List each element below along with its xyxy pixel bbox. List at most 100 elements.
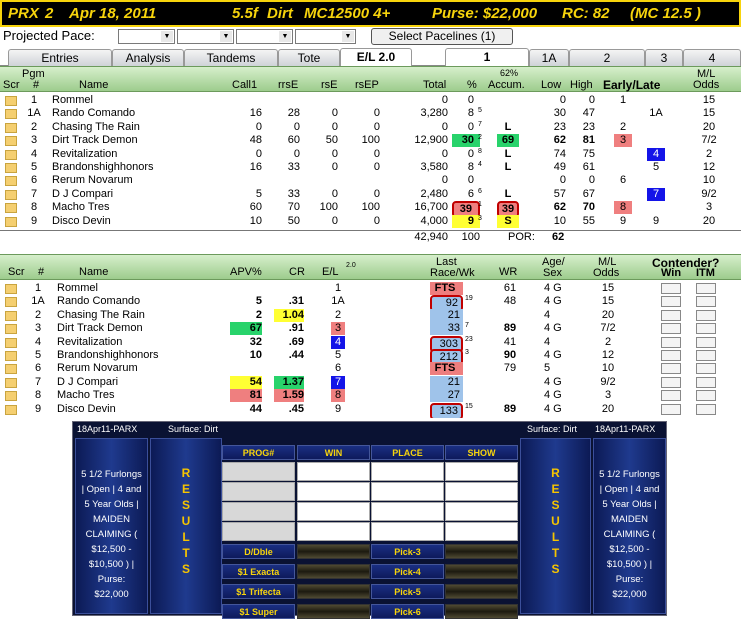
win-checkbox[interactable]	[661, 296, 681, 308]
scratch-checkbox[interactable]	[5, 404, 17, 415]
board-surface-left: Surface: Dirt	[168, 424, 219, 434]
itm-checkbox[interactable]	[696, 363, 716, 375]
scratch-checkbox[interactable]	[5, 310, 17, 321]
scratch-checkbox[interactable]	[5, 136, 17, 147]
pgm-number: 3	[34, 322, 42, 335]
pgm-number: 2	[34, 308, 42, 321]
race-tab-4[interactable]: 4	[683, 49, 741, 66]
scratch-checkbox[interactable]	[5, 109, 17, 120]
col-scr: Scr	[3, 79, 20, 91]
contender-row: 3 Dirt Track Demon 67.91 3 33 7 89 4 G 7/2	[0, 322, 741, 336]
tab-bar: Entries Analysis Tandems Tote E/L 2.0 1 …	[0, 47, 741, 66]
age-sex: 4 G	[544, 295, 562, 308]
high-value: 70	[582, 201, 595, 214]
race-tab-1[interactable]: 1	[445, 48, 529, 66]
last-race-value: FTS	[430, 282, 463, 295]
scratch-checkbox[interactable]	[5, 216, 17, 227]
pace-select-3[interactable]: ▼	[236, 29, 293, 44]
pace-select-1[interactable]: ▼	[118, 29, 175, 44]
call1-value: 16	[249, 161, 262, 173]
exotic-label: D/Dble	[222, 544, 295, 559]
call1-value: 48	[249, 134, 262, 147]
itm-checkbox[interactable]	[696, 323, 716, 335]
apv-value: 32	[249, 335, 262, 348]
win-checkbox[interactable]	[661, 376, 681, 388]
horse-name: Disco Devin	[57, 402, 116, 415]
payout-cell	[445, 482, 518, 501]
contender-table-body: 1 Rommel 1 FTS 61 4 G 15 1A Rando Comando 5 .31 1A 9…	[0, 282, 741, 420]
el-row: 7 D J Compari 5 33 0 0 2,480 6 6 L 57 67 7 9/2	[0, 187, 741, 201]
payout-cell	[371, 462, 444, 481]
win-checkbox[interactable]	[661, 403, 681, 415]
el-value: 3	[331, 322, 345, 336]
scratch-checkbox[interactable]	[5, 284, 17, 294]
pick-payout	[445, 604, 518, 619]
results-letter: E	[551, 482, 560, 496]
race-tab-3[interactable]: 3	[645, 49, 683, 66]
percent-value: 0	[467, 120, 474, 133]
pgm-number: 3	[30, 134, 38, 147]
scratch-checkbox[interactable]	[5, 122, 17, 133]
rsep-value: 0	[373, 187, 380, 200]
scratch-checkbox[interactable]	[5, 351, 17, 361]
pick-payout	[445, 544, 518, 559]
pgm-number: 6	[34, 362, 42, 375]
prog-cell	[222, 482, 295, 501]
results-letter: S	[181, 498, 190, 512]
scratch-checkbox[interactable]	[5, 96, 17, 106]
wr-value: 89	[503, 322, 517, 335]
scratch-checkbox[interactable]	[5, 189, 17, 200]
win-checkbox[interactable]	[661, 350, 681, 361]
scratch-checkbox[interactable]	[5, 149, 17, 160]
scratch-checkbox[interactable]	[5, 297, 17, 308]
cr-value: .91	[288, 322, 304, 335]
tab-el-2[interactable]: E/L 2.0	[340, 48, 412, 66]
win-checkbox[interactable]	[661, 390, 681, 402]
scratch-checkbox[interactable]	[5, 391, 17, 402]
last-race-value: FTS	[430, 362, 463, 376]
scratch-checkbox[interactable]	[5, 364, 17, 375]
total-value: 3,580	[420, 161, 448, 173]
race-tab-2[interactable]: 2	[569, 49, 645, 66]
col-prog: PROG#	[222, 445, 295, 460]
itm-checkbox[interactable]	[696, 283, 716, 294]
total-value: 0	[441, 94, 448, 106]
scratch-checkbox[interactable]	[5, 337, 17, 348]
itm-checkbox[interactable]	[696, 376, 716, 388]
scratch-checkbox[interactable]	[5, 324, 17, 335]
win-checkbox[interactable]	[661, 336, 681, 348]
tab-tote[interactable]: Tote	[278, 49, 340, 66]
itm-checkbox[interactable]	[696, 336, 716, 348]
ml-odds: 3	[604, 389, 612, 402]
scratch-checkbox[interactable]	[5, 377, 17, 388]
total-value: 4,000	[420, 214, 448, 227]
win-checkbox[interactable]	[661, 323, 681, 335]
itm-checkbox[interactable]	[696, 309, 716, 321]
itm-checkbox[interactable]	[696, 296, 716, 308]
results-letter: U	[551, 514, 560, 528]
itm-checkbox[interactable]	[696, 390, 716, 402]
race-tab-1a[interactable]: 1A	[529, 49, 569, 66]
itm-checkbox[interactable]	[696, 350, 716, 361]
horse-name: Brandonshighhonors	[57, 349, 159, 361]
win-checkbox[interactable]	[661, 363, 681, 375]
ml-odds: 20	[702, 214, 716, 227]
win-checkbox[interactable]	[661, 309, 681, 321]
scratch-checkbox[interactable]	[5, 176, 17, 187]
race-info-line: MAIDEN	[611, 514, 648, 525]
tab-entries[interactable]: Entries	[8, 49, 112, 66]
payout-cell	[297, 482, 370, 501]
pace-select-4[interactable]: ▼	[295, 29, 356, 44]
win-checkbox[interactable]	[661, 283, 681, 294]
select-pacelines-button[interactable]: Select Pacelines (1)	[371, 28, 513, 45]
rrse-value: 70	[287, 201, 300, 214]
tab-tandems[interactable]: Tandems	[184, 49, 278, 66]
scratch-checkbox[interactable]	[5, 163, 17, 173]
rsep-value: 0	[373, 214, 380, 227]
scratch-checkbox[interactable]	[5, 203, 17, 214]
tab-analysis[interactable]: Analysis	[112, 49, 184, 66]
pace-select-2[interactable]: ▼	[177, 29, 234, 44]
itm-checkbox[interactable]	[696, 403, 716, 415]
col-num: #	[38, 266, 45, 278]
col-el-sup: 2.0	[346, 262, 356, 269]
